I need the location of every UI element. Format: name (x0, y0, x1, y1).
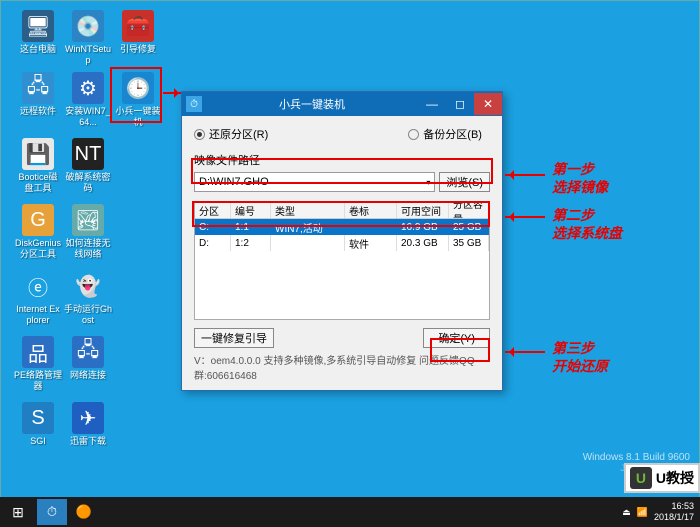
table-row[interactable]: D:1:2软件20.3 GB35 GB (195, 235, 489, 251)
app-icon: ⏱ (186, 96, 202, 112)
arrow-step2 (505, 216, 545, 218)
brand-badge: U U教授 (624, 463, 700, 493)
minimize-button[interactable]: — (418, 93, 446, 115)
taskbar[interactable]: ⊞ ⏱ 🟠 ⏏ 📶 16:532018/1/17 (0, 497, 700, 527)
step1-label: 第一步选择镜像 (552, 160, 608, 196)
desktop-icon-Internet Explorer[interactable]: ⓔInternet Explorer (14, 270, 62, 326)
start-button[interactable]: ⊞ (0, 497, 36, 527)
desktop-icon-破解系统密码[interactable]: NT破解系统密码 (64, 138, 112, 194)
window-title: 小兵一键装机 (206, 96, 418, 112)
brand-icon: U (630, 467, 652, 489)
backup-radio[interactable]: 备份分区(B) (408, 126, 482, 142)
installer-window: ⏱ 小兵一键装机 — ◻ ✕ 还原分区(R) 备份分区(B) 映像文件路径 D:… (181, 91, 503, 391)
highlight-launcher-icon (110, 67, 162, 123)
close-button[interactable]: ✕ (474, 93, 502, 115)
step3-label: 第三步开始还原 (552, 339, 608, 375)
arrow-step1 (505, 174, 545, 176)
taskbar-app1[interactable]: ⏱ (37, 499, 67, 525)
desktop-icon-如何连接无线网络[interactable]: 🏞如何连接无线网络 (64, 204, 112, 260)
titlebar[interactable]: ⏱ 小兵一键装机 — ◻ ✕ (182, 92, 502, 116)
tray-network-icon[interactable]: 📶 (637, 507, 648, 518)
desktop-icon-DiskGenius分区工具[interactable]: GDiskGenius分区工具 (14, 204, 62, 260)
step2-label: 第二步选择系统盘 (552, 206, 622, 242)
maximize-button[interactable]: ◻ (446, 93, 474, 115)
system-tray[interactable]: ⏏ 📶 16:532018/1/17 (622, 501, 700, 523)
desktop-icon-SGI[interactable]: SSGI (14, 402, 62, 447)
desktop-icon-WinNTSetup[interactable]: 💿WinNTSetup (64, 10, 112, 66)
desktop-icon-引导修复[interactable]: 🧰引导修复 (114, 10, 162, 55)
taskbar-app2[interactable]: 🟠 (69, 499, 99, 525)
arrow-to-window (163, 92, 183, 94)
desktop-icon-安装WIN7_64...[interactable]: ⚙安装WIN7_64... (64, 72, 112, 128)
desktop-icon-PE络路管理器[interactable]: 品PE络路管理器 (14, 336, 62, 392)
arrow-step3 (505, 351, 545, 353)
highlight-path (191, 158, 493, 184)
desktop-icon-手动运行Ghost[interactable]: 👻手动运行Ghost (64, 270, 112, 326)
desktop-icon-迅雷下载[interactable]: ✈迅雷下载 (64, 402, 112, 447)
tray-eject-icon[interactable]: ⏏ (622, 507, 631, 518)
desktop-icon-Bootice磁盘工具[interactable]: 💾Bootice磁盘工具 (14, 138, 62, 194)
highlight-ok (430, 338, 490, 362)
restore-radio[interactable]: 还原分区(R) (194, 126, 268, 142)
desktop-icon-远程软件[interactable]: 🖧远程软件 (14, 72, 62, 117)
repair-boot-button[interactable]: 一键修复引导 (194, 328, 274, 348)
desktop-icon-这台电脑[interactable]: 🖥这台电脑 (14, 10, 62, 55)
clock[interactable]: 16:532018/1/17 (654, 501, 694, 523)
desktop-icon-网络连接[interactable]: 🖧网络连接 (64, 336, 112, 381)
highlight-table (192, 201, 490, 227)
